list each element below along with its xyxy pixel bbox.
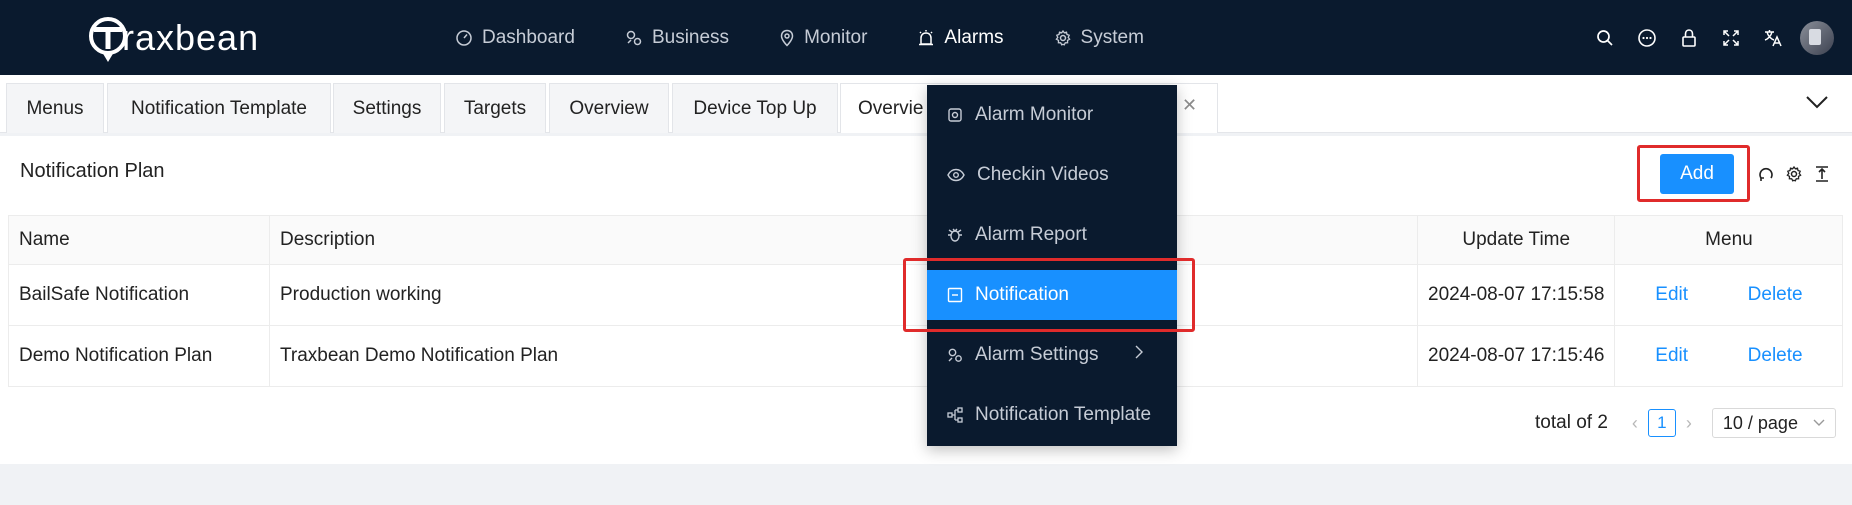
menu-item-label: Alarm Settings [975, 344, 1099, 365]
menu-item-alarm-settings[interactable]: Alarm Settings [927, 330, 1177, 380]
edit-link[interactable]: Edit [1655, 284, 1688, 306]
tab-menus[interactable]: Menus [6, 83, 104, 133]
chat-icon[interactable] [1626, 17, 1668, 59]
page-size-select[interactable]: 10 / page [1711, 408, 1836, 438]
pagination-total: total of 2 [1535, 412, 1608, 433]
next-page-icon[interactable]: › [1676, 413, 1702, 434]
search-icon[interactable] [1584, 17, 1626, 59]
table-row: Demo Notification Plan Traxbean Demo Not… [8, 325, 1844, 387]
delete-link[interactable]: Delete [1748, 345, 1803, 367]
menu-item-alarm-report[interactable]: Alarm Report [927, 210, 1177, 260]
nav-label: Business [651, 26, 730, 48]
nav-business[interactable]: Business [625, 27, 729, 49]
page-title: Notification Plan [20, 160, 165, 182]
logo-t-mark [88, 14, 128, 62]
settings-icon[interactable] [1780, 162, 1808, 186]
nav-alarms[interactable]: Alarms [917, 26, 1004, 49]
add-button-highlight-box [1637, 145, 1750, 202]
tab-label: Overvie [858, 97, 924, 119]
eye-icon [947, 168, 965, 182]
nav-label: Dashboard [482, 26, 575, 48]
nav-system[interactable]: System [1054, 27, 1144, 49]
lock-icon[interactable] [1668, 17, 1710, 59]
nav-label: Monitor [804, 26, 868, 48]
alarm-icon [919, 29, 934, 45]
menu-item-alarm-monitor[interactable]: Alarm Monitor [927, 90, 1177, 140]
tab-overview[interactable]: Overview [549, 83, 669, 133]
cell-update-time: 2024-08-07 17:15:58 [1416, 264, 1616, 326]
column-height-icon[interactable] [1808, 162, 1836, 186]
tab-settings[interactable]: Settings [333, 83, 441, 133]
page-number[interactable]: 1 [1647, 409, 1676, 437]
brand-name: raxbean [122, 17, 260, 58]
menu-item-label: Alarm Report [975, 224, 1087, 245]
header-description[interactable]: Description [269, 215, 1418, 265]
brand-logo[interactable]: raxbean [88, 10, 259, 66]
table-toolbar [1752, 162, 1836, 186]
page-tabs: Menus Notification Template Settings Tar… [0, 75, 1852, 133]
prev-page-icon[interactable]: ‹ [1622, 413, 1648, 434]
nav-monitor[interactable]: Monitor [779, 27, 867, 49]
translate-icon[interactable] [1752, 17, 1794, 59]
tab-targets[interactable]: Targets [444, 83, 546, 133]
menu-item-label: Checkin Videos [977, 164, 1109, 185]
pagination: total of 2 ‹ 1 › 10 / page [1535, 408, 1836, 438]
cell-description: Traxbean Demo Notification Plan [269, 325, 1418, 387]
tab-device-top-up[interactable]: Device Top Up [672, 83, 838, 133]
menu-item-label: Notification Template [975, 404, 1152, 425]
settings-gears-icon [948, 348, 962, 362]
header-menu: Menu [1614, 215, 1844, 265]
avatar[interactable] [1800, 20, 1834, 55]
edit-link[interactable]: Edit [1655, 345, 1688, 367]
gauge-icon [456, 29, 472, 46]
menu-item-label: Alarm Monitor [975, 104, 1094, 125]
cell-menu: Edit Delete [1614, 325, 1844, 387]
nav-dashboard[interactable]: Dashboard [455, 27, 575, 49]
header-update-time[interactable]: Update Time [1416, 215, 1616, 265]
chevron-down-icon [1813, 419, 1825, 426]
main-nav: Dashboard Business Monitor Alarms System [455, 0, 1194, 75]
page-size-value: 10 / page [1722, 412, 1798, 433]
close-tab-icon[interactable]: ✕ [1182, 95, 1197, 116]
fullscreen-icon[interactable] [1710, 17, 1752, 59]
notification-highlight-box [903, 258, 1195, 332]
nav-label: Alarms [944, 26, 1004, 48]
cell-name: BailSafe Notification [8, 264, 270, 326]
top-navigation-bar: raxbean Dashboard Business Monitor Alarm… [0, 0, 1852, 75]
hierarchy-icon [947, 407, 963, 423]
menu-item-notification-template[interactable]: Notification Template [927, 390, 1177, 440]
header-name[interactable]: Name [8, 215, 270, 265]
chevron-right-icon [1135, 345, 1143, 359]
gear-icon [1054, 29, 1071, 46]
cell-menu: Edit Delete [1614, 264, 1844, 326]
delete-link[interactable]: Delete [1748, 284, 1803, 306]
tabs-expand-chevron-icon[interactable] [1802, 87, 1832, 117]
alarm-monitor-icon [948, 108, 962, 122]
nav-label: System [1080, 26, 1144, 48]
cell-update-time: 2024-08-07 17:15:46 [1416, 325, 1616, 387]
header-icons [1584, 0, 1852, 75]
menu-item-checkin-videos[interactable]: Checkin Videos [927, 150, 1177, 200]
bug-icon [948, 228, 962, 242]
refresh-icon[interactable] [1752, 162, 1780, 186]
gears-icon [626, 30, 642, 45]
location-pin-icon [780, 29, 794, 47]
tab-notification-template[interactable]: Notification Template [107, 83, 331, 133]
cell-description: Production working [269, 264, 1418, 326]
cell-name: Demo Notification Plan [8, 325, 270, 387]
